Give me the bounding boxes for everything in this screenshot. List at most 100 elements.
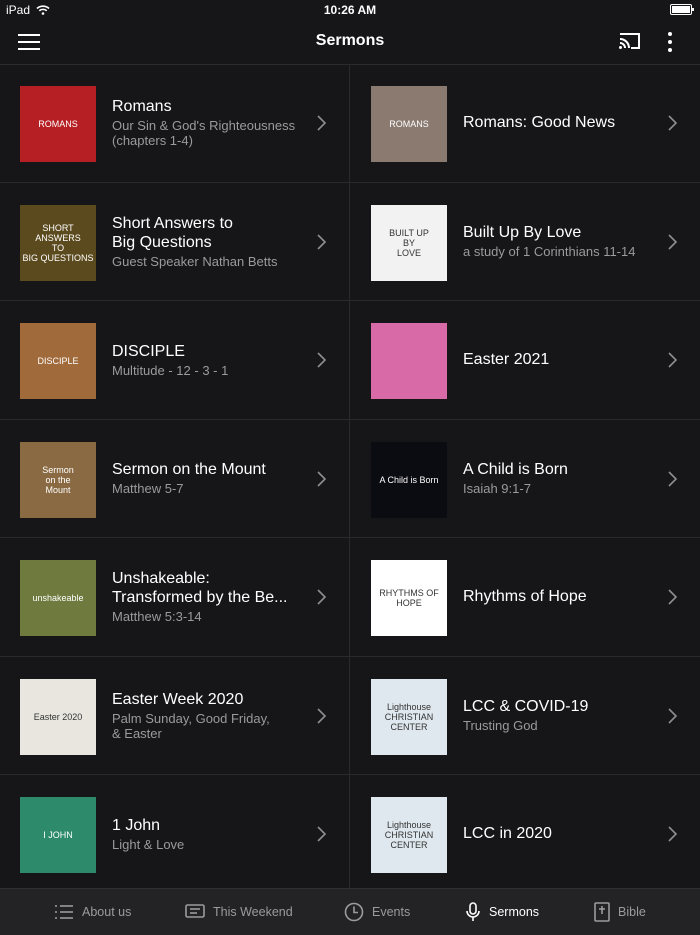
tab-sermons[interactable]: Sermons bbox=[465, 889, 539, 935]
chevron-right-icon bbox=[668, 115, 678, 131]
sermon-title: LCC & COVID-19 bbox=[463, 698, 589, 716]
chevron-right-icon bbox=[668, 352, 678, 368]
thumbnail-text: Lighthouse CHRISTIAN CENTER bbox=[384, 701, 434, 732]
chevron-right-icon bbox=[668, 470, 678, 487]
sermon-title: 1 John bbox=[112, 816, 161, 834]
thumbnail-text: Easter 2020 bbox=[33, 711, 83, 722]
tab-events[interactable]: Events bbox=[344, 889, 410, 935]
sermon-title: LCC in 2020 bbox=[463, 825, 552, 843]
cast-icon[interactable] bbox=[618, 31, 642, 51]
thumbnail-text: Sermon on the Mount bbox=[42, 464, 74, 495]
sermon-item[interactable]: Lighthouse CHRISTIAN CENTER LCC in 2020 bbox=[350, 775, 700, 894]
tab-bible[interactable]: Bible bbox=[594, 889, 646, 935]
thumbnail-text: unshakeable bbox=[32, 593, 84, 603]
tab-label: Bible bbox=[618, 905, 646, 919]
thumbnail-text: A Child is Born bbox=[379, 474, 439, 485]
sermon-title: Rhythms of Hope bbox=[463, 588, 587, 606]
chevron-right-icon bbox=[317, 115, 327, 131]
sermon-title: Built Up By Love bbox=[463, 224, 582, 242]
list-icon bbox=[55, 905, 73, 919]
tab-bar: About us This Weekend Events Sermons Bib… bbox=[0, 888, 700, 935]
sermon-thumbnail: ROMANS bbox=[20, 86, 96, 162]
sermon-title: Easter Week 2020 bbox=[112, 690, 244, 708]
battery-icon bbox=[670, 4, 694, 15]
sermon-item[interactable]: A Child is Born A Child is Born Isaiah 9:1… bbox=[350, 420, 700, 538]
sermon-item[interactable]: Easter 2021 bbox=[350, 301, 700, 420]
sermon-thumbnail: Sermon on the Mount bbox=[20, 441, 96, 518]
thumbnail-text: ROMANS bbox=[389, 119, 429, 129]
thumbnail-text: RHYTHMS OF HOPE bbox=[379, 588, 439, 608]
sermon-title: Romans bbox=[112, 98, 172, 116]
chevron-right-icon bbox=[317, 707, 327, 724]
chevron-right-icon bbox=[668, 589, 678, 605]
sermon-subtitle: Light & Love bbox=[112, 836, 185, 852]
sermon-title: Unshakeable: Transformed by the Be... bbox=[112, 570, 288, 607]
sermon-thumbnail: Lighthouse CHRISTIAN CENTER bbox=[371, 797, 447, 873]
sermon-thumbnail: I JOHN bbox=[20, 797, 96, 873]
sermon-item[interactable]: Lighthouse CHRISTIAN CENTER LCC & COVID-1… bbox=[350, 657, 700, 775]
bible-icon bbox=[594, 902, 610, 922]
chevron-right-icon bbox=[317, 470, 327, 487]
sermon-item[interactable]: Sermon on the Mount Sermon on the Mount Ma… bbox=[0, 419, 350, 538]
thumbnail-text: BUILT UP BY LOVE bbox=[389, 227, 429, 258]
sermon-title: Romans: Good News bbox=[463, 114, 616, 132]
sermon-subtitle: Our Sin & God's Righteousness (chapters … bbox=[112, 118, 296, 149]
sermon-thumbnail: BUILT UP BY LOVE bbox=[371, 204, 447, 281]
sermon-title: A Child is Born bbox=[463, 461, 568, 479]
chevron-right-icon bbox=[668, 826, 678, 842]
sermon-item[interactable]: I JOHN 1 John Light & Love bbox=[0, 775, 350, 894]
sermon-thumbnail: Lighthouse CHRISTIAN CENTER bbox=[371, 678, 447, 755]
sermon-thumbnail: unshakeable bbox=[20, 560, 96, 636]
thumbnail-text: ROMANS bbox=[38, 119, 78, 129]
tab-label: This Weekend bbox=[213, 905, 293, 919]
nav-bar: Sermons bbox=[0, 20, 700, 65]
sermon-subtitle: Isaiah 9:1-7 bbox=[463, 481, 531, 497]
sermon-title: Short Answers to Big Questions bbox=[112, 214, 233, 251]
sermon-item[interactable]: ROMANS Romans: Good News bbox=[350, 64, 700, 183]
sermon-thumbnail: ROMANS bbox=[371, 86, 447, 162]
sermon-item[interactable]: ROMANS Romans Our Sin & God's Righteousnes… bbox=[0, 64, 350, 183]
sermon-subtitle: Matthew 5:3-14 bbox=[112, 609, 202, 625]
chevron-right-icon bbox=[317, 233, 327, 250]
tab-this-weekend[interactable]: This Weekend bbox=[185, 889, 293, 935]
sermon-title: DISCIPLE bbox=[112, 342, 185, 360]
status-time: 10:26 AM bbox=[323, 3, 377, 17]
sermon-subtitle: Trusting God bbox=[463, 718, 538, 734]
sermon-thumbnail: RHYTHMS OF HOPE bbox=[371, 560, 447, 636]
sermon-item[interactable]: RHYTHMS OF HOPE Rhythms of Hope bbox=[350, 538, 700, 657]
sermon-thumbnail bbox=[371, 323, 447, 399]
chevron-right-icon bbox=[317, 589, 327, 605]
thumbnail-text: I JOHN bbox=[43, 830, 73, 840]
sermon-thumbnail: A Child is Born bbox=[371, 441, 447, 518]
sermon-thumbnail: SHORT ANSWERS TO BIG QUESTIONS bbox=[20, 204, 96, 281]
thumbnail-text: Lighthouse CHRISTIAN CENTER bbox=[384, 820, 434, 850]
clock-icon bbox=[344, 902, 364, 922]
sermon-subtitle: Multitude - 12 - 3 - 1 bbox=[112, 362, 229, 378]
sermon-subtitle: a study of 1 Corinthians 11-14 bbox=[463, 244, 636, 260]
more-options-icon[interactable] bbox=[662, 31, 678, 53]
sermon-title: Sermon on the Mount bbox=[112, 461, 266, 479]
sermon-item[interactable]: Easter 2020 Easter Week 2020 Palm Sunday, … bbox=[0, 656, 350, 775]
tab-label: About us bbox=[82, 905, 132, 919]
sermon-thumbnail: Easter 2020 bbox=[20, 678, 96, 755]
message-icon bbox=[185, 904, 205, 918]
sermon-grid: ROMANS Romans Our Sin & God's Righteousnes… bbox=[0, 64, 700, 894]
chevron-right-icon bbox=[668, 707, 678, 724]
chevron-right-icon bbox=[317, 826, 327, 842]
thumbnail-text: DISCIPLE bbox=[37, 356, 79, 366]
sermon-item[interactable]: unshakeable Unshakeable: Transformed by t… bbox=[0, 538, 350, 657]
tab-label: Events bbox=[372, 905, 411, 919]
sermon-subtitle: Palm Sunday, Good Friday, & Easter bbox=[112, 710, 270, 741]
chevron-right-icon bbox=[668, 233, 678, 250]
tab-about-us[interactable]: About us bbox=[54, 889, 131, 935]
sermon-subtitle: Guest Speaker Nathan Betts bbox=[112, 253, 278, 269]
tab-label: Sermons bbox=[489, 905, 540, 919]
microphone-icon bbox=[466, 902, 480, 921]
status-bar: iPad 10:26 AM bbox=[0, 0, 700, 20]
sermon-thumbnail: DISCIPLE bbox=[20, 323, 96, 399]
sermon-title: Easter 2021 bbox=[463, 351, 550, 369]
thumbnail-text: SHORT ANSWERS TO BIG QUESTIONS bbox=[22, 222, 94, 263]
sermon-item[interactable]: DISCIPLE DISCIPLE Multitude - 12 - 3 - 1 bbox=[0, 301, 350, 420]
sermon-item[interactable]: BUILT UP BY LOVE Built Up By Love a study … bbox=[350, 183, 700, 301]
sermon-item[interactable]: SHORT ANSWERS TO BIG QUESTIONS Short Answ… bbox=[0, 182, 350, 301]
